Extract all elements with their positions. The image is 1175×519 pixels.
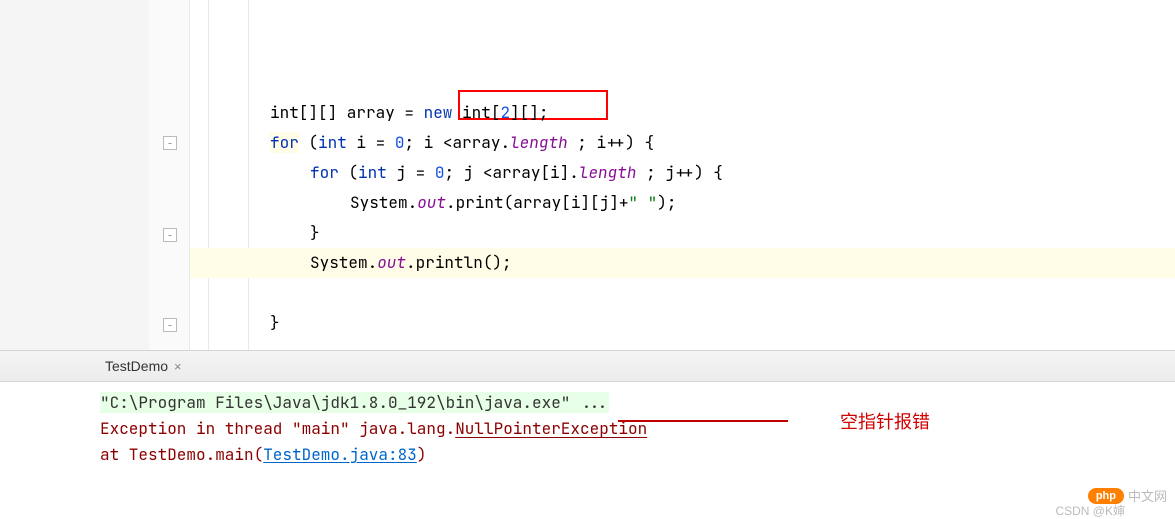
code-line (190, 278, 1175, 308)
editor-gutter (0, 0, 190, 350)
console-stacktrace-line: at TestDemo.main(TestDemo.java:83) (100, 442, 1075, 468)
watermark-csdn: CSDN @K婶 (1055, 502, 1125, 519)
annotation-line (618, 420, 788, 422)
fold-icon[interactable] (163, 228, 177, 242)
tab-testdemo[interactable]: TestDemo × (95, 358, 192, 374)
code-line: System.out.println(); (190, 248, 1175, 278)
code-line: } (190, 218, 1175, 248)
close-icon[interactable]: × (174, 359, 182, 374)
source-link[interactable]: TestDemo.java:83 (263, 444, 417, 465)
code-line: for (int i = 0; i <array.length ; i++) { (190, 128, 1175, 158)
code-line: int[][] array = new int[2][]; (190, 98, 1175, 128)
annotation-text: 空指针报错 (840, 408, 930, 434)
code-line: } (190, 308, 1175, 338)
fold-icon[interactable] (163, 136, 177, 150)
code-content[interactable]: int[][] array = new int[2][]; for (int i… (190, 0, 1175, 350)
fold-icon[interactable] (163, 318, 177, 332)
code-line: System.out.print(array[i][j]+" "); (190, 188, 1175, 218)
tab-label: TestDemo (105, 358, 168, 374)
console-output: "C:\Program Files\Java\jdk1.8.0_192\bin\… (0, 382, 1175, 476)
code-editor: int[][] array = new int[2][]; for (int i… (0, 0, 1175, 350)
console-tab-bar: TestDemo × (0, 350, 1175, 382)
code-line: for (int j = 0; j <array[i].length ; j++… (190, 158, 1175, 188)
